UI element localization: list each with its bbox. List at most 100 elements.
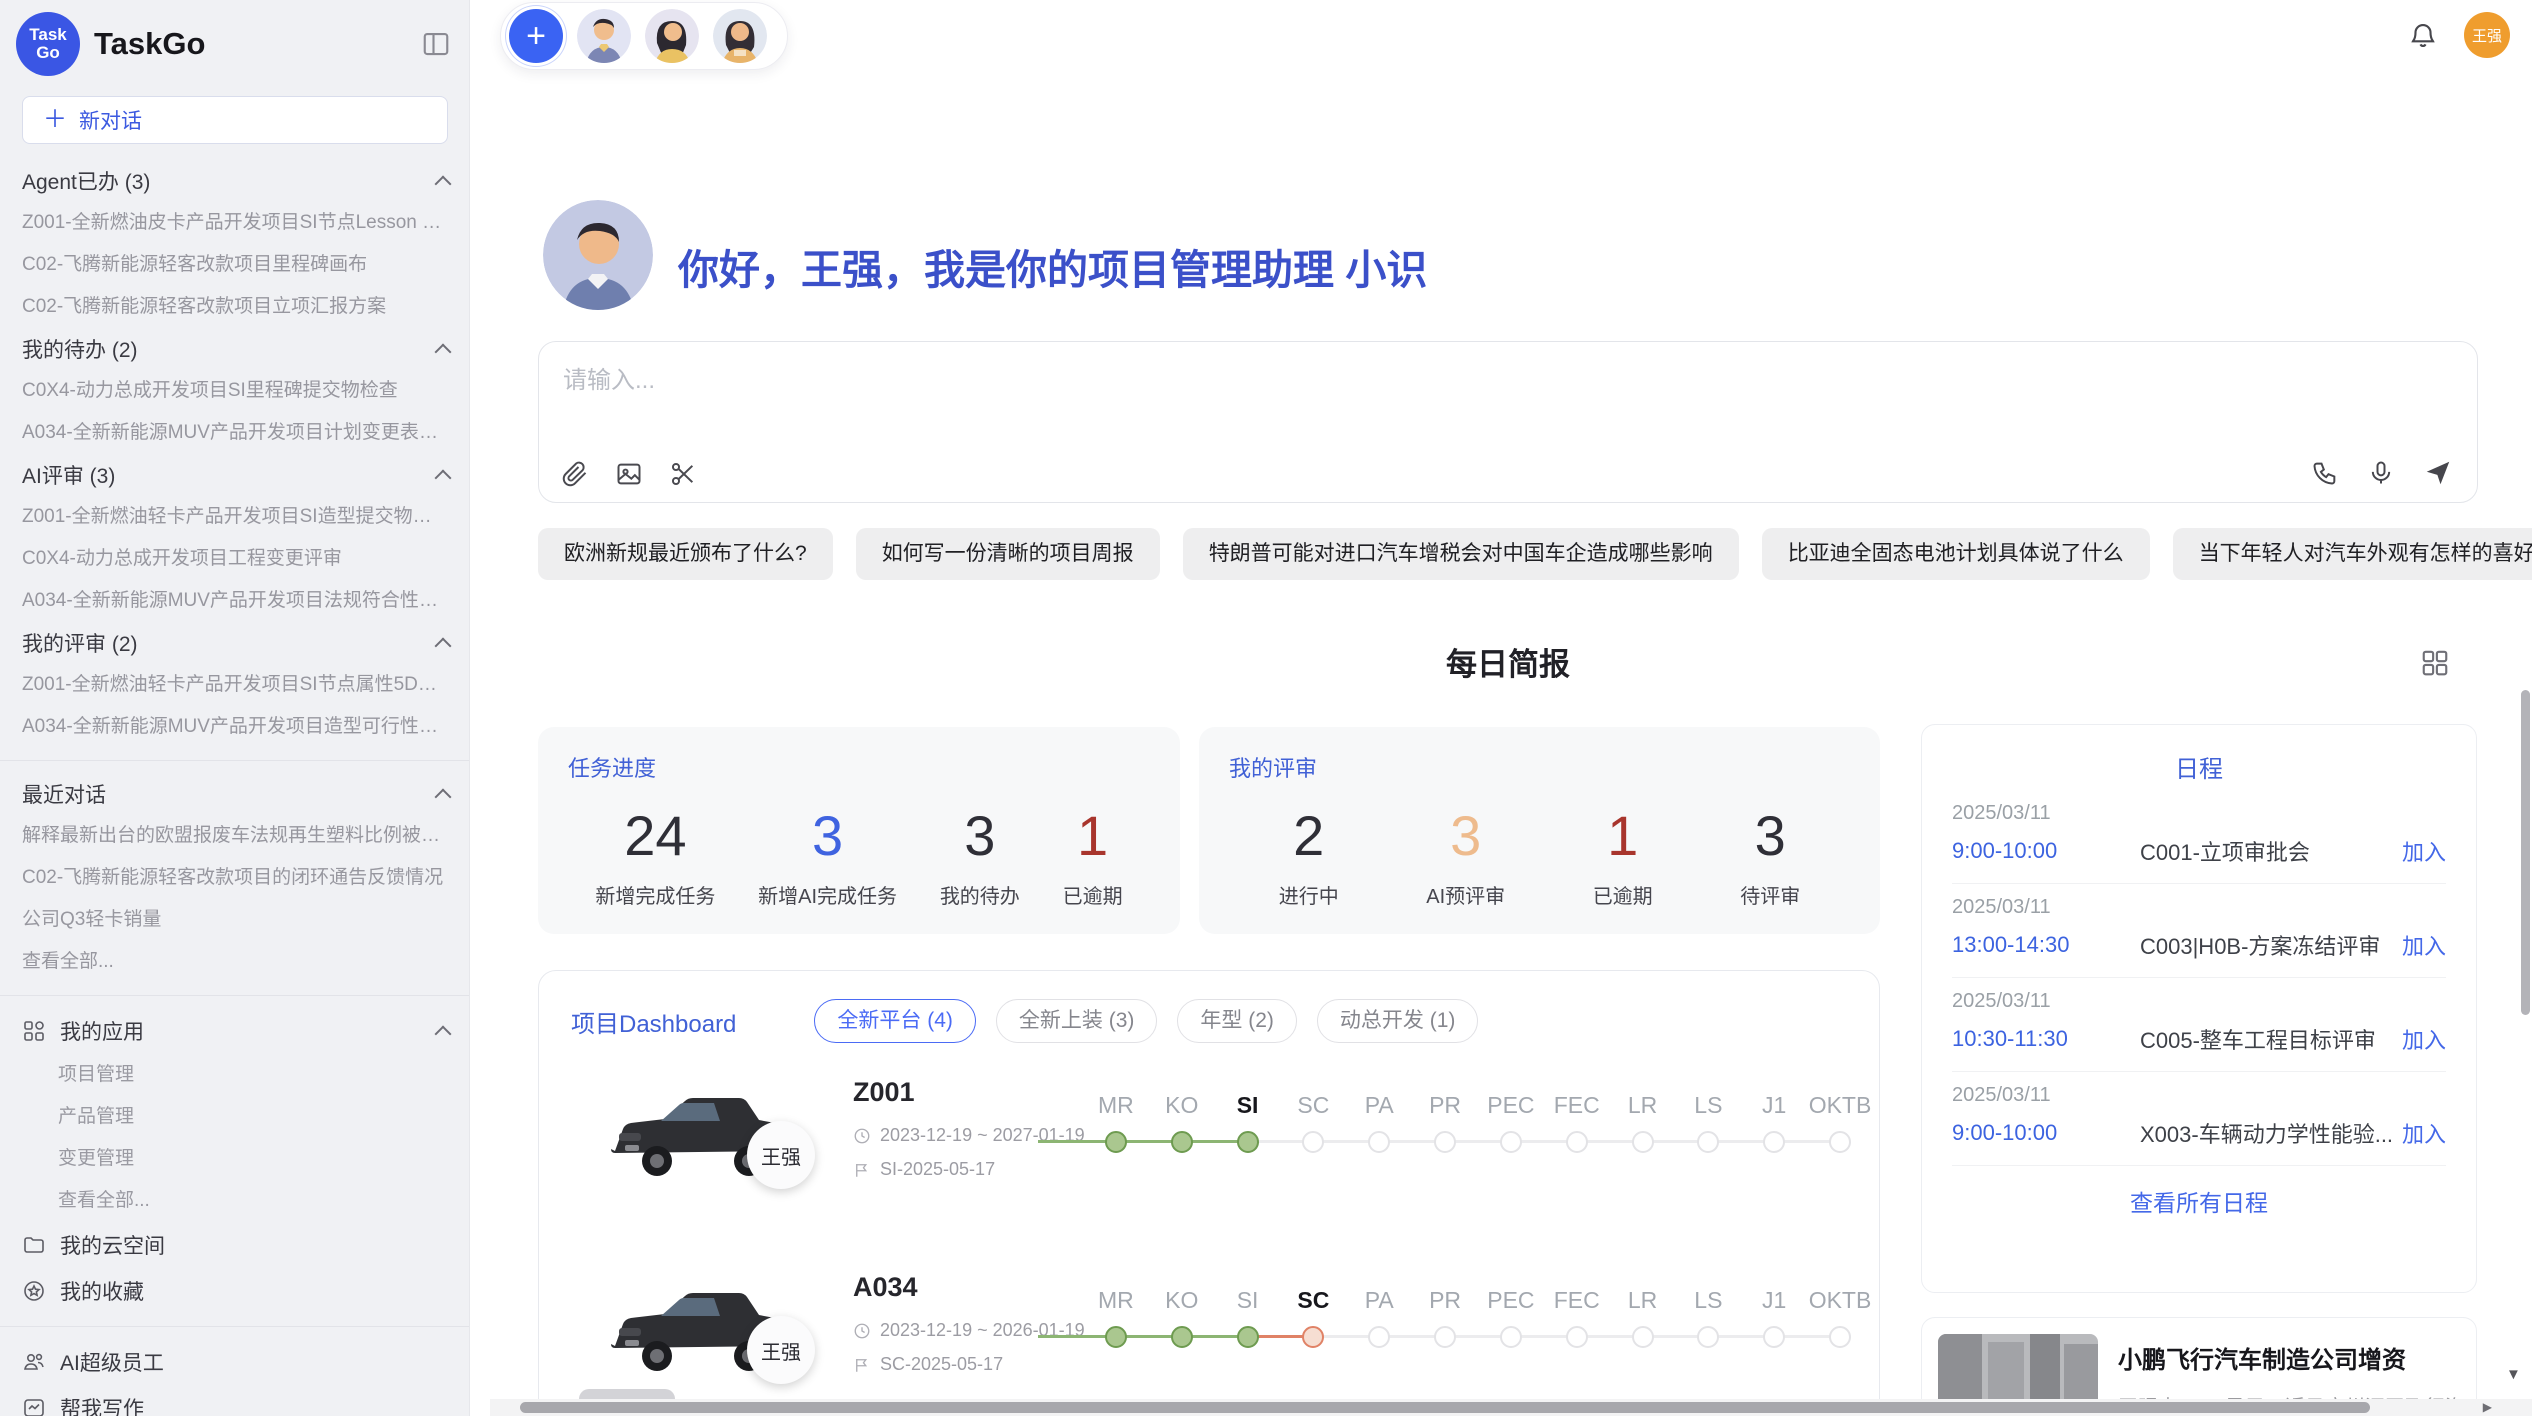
project-row[interactable]: 王强Z0012023-12-19 ~ 2027-01-19SI-2025-05-…	[571, 1063, 1879, 1213]
dashboard-tab[interactable]: 全新平台 (4)	[814, 999, 976, 1043]
app-sub-item[interactable]: 产品管理	[0, 1096, 469, 1138]
horizontal-scrollbar-thumb[interactable]	[520, 1402, 2370, 1413]
milestone-dot[interactable]	[1368, 1326, 1390, 1348]
milestone-dot[interactable]	[1829, 1131, 1851, 1153]
milestone-dot[interactable]	[1632, 1131, 1654, 1153]
suggestion-chip[interactable]: 比亚迪全固态电池计划具体说了什么	[1762, 528, 2150, 580]
suggestion-chip[interactable]: 如何写一份清晰的项目周报	[856, 528, 1160, 580]
sidebar-item[interactable]: C02-飞腾新能源轻客改款项目里程碑画布	[0, 244, 469, 286]
sidebar-item[interactable]: Z001-全新燃油轻卡产品开发项目SI节点属性5D文件评审	[0, 664, 469, 706]
chevron-up-icon[interactable]	[435, 637, 452, 654]
add-conversation-button[interactable]: +	[509, 9, 563, 63]
schedule-entry: 2025/03/1113:00-14:30C003|H0B-方案冻结评审加入	[1952, 884, 2446, 978]
scroll-down-arrow-icon[interactable]: ▼	[2506, 1366, 2521, 1383]
sidebar-item[interactable]: C0X4-动力总成开发项目SI里程碑提交物检查	[0, 370, 469, 412]
join-link[interactable]: 加入	[2402, 929, 2446, 961]
sidebar-item[interactable]: C0X4-动力总成开发项目工程变更评审	[0, 538, 469, 580]
new-chat-button[interactable]: ＋ 新对话	[22, 96, 448, 144]
sidebar-item[interactable]: Z001-全新燃油轻卡产品开发项目SI造型提交物评审	[0, 496, 469, 538]
milestone-dot[interactable]	[1566, 1326, 1588, 1348]
suggestion-chip[interactable]: 当下年轻人对汽车外观有怎样的喜好趋势	[2173, 528, 2532, 580]
sidebar-item[interactable]: C02-飞腾新能源轻客改款项目立项汇报方案	[0, 286, 469, 328]
chevron-up-icon[interactable]	[435, 343, 452, 360]
attach-icon[interactable]	[561, 460, 589, 488]
recent-chat-item[interactable]: C02-飞腾新能源轻客改款项目的闭环通告反馈情况	[0, 857, 469, 899]
chevron-up-icon[interactable]	[435, 1025, 452, 1042]
chevron-up-icon[interactable]	[435, 788, 452, 805]
sidebar-collapse-icon[interactable]	[421, 29, 451, 59]
milestone-dot[interactable]	[1500, 1326, 1522, 1348]
user-avatar[interactable]: 王强	[2464, 12, 2510, 58]
join-link[interactable]: 加入	[2402, 1117, 2446, 1149]
app-sub-item[interactable]: 项目管理	[0, 1054, 469, 1096]
milestone-dot[interactable]	[1105, 1131, 1127, 1153]
sidebar-item-ai-super-staff[interactable]: AI超级员工	[0, 1339, 469, 1385]
milestone-dot[interactable]	[1566, 1131, 1588, 1153]
milestone-dot[interactable]	[1829, 1326, 1851, 1348]
milestone-dot[interactable]	[1434, 1131, 1456, 1153]
view-all-chats-link[interactable]: 查看全部...	[0, 941, 469, 983]
sidebar-item[interactable]: A034-全新新能源MUV产品开发项目法规符合性评审	[0, 580, 469, 622]
milestone-dot[interactable]	[1697, 1131, 1719, 1153]
view-all-schedule-link[interactable]: 查看所有日程	[1952, 1166, 2446, 1236]
join-link[interactable]: 加入	[2402, 835, 2446, 867]
horizontal-scrollbar[interactable]: ▶	[490, 1399, 2532, 1416]
milestone-dot[interactable]	[1302, 1326, 1324, 1348]
app-sub-item[interactable]: 变更管理	[0, 1138, 469, 1180]
image-icon[interactable]	[615, 460, 643, 488]
mic-icon[interactable]	[2367, 459, 2395, 487]
app-sub-item[interactable]: 查看全部...	[0, 1180, 469, 1222]
chat-input[interactable]	[563, 360, 2443, 444]
milestone-dot[interactable]	[1171, 1131, 1193, 1153]
suggestion-chip[interactable]: 特朗普可能对进口汽车增税会对中国车企造成哪些影响	[1183, 528, 1739, 580]
news-title: 小鹏飞行汽车制造公司增资	[2118, 1340, 2477, 1375]
sidebar-section-header[interactable]: 最近对话	[0, 773, 469, 815]
sidebar-section-header[interactable]: 我的评审 (2)	[0, 622, 469, 664]
milestone-dot[interactable]	[1763, 1131, 1785, 1153]
phone-icon[interactable]	[2311, 459, 2339, 487]
sidebar-item-favorites[interactable]: 我的收藏	[0, 1268, 469, 1314]
sidebar-section-header[interactable]: 我的待办 (2)	[0, 328, 469, 370]
chevron-up-icon[interactable]	[435, 175, 452, 192]
member-avatar-2[interactable]	[645, 9, 699, 63]
sidebar-item[interactable]: A034-全新新能源MUV产品开发项目造型可行性评审	[0, 706, 469, 748]
sidebar-item-my-apps[interactable]: 我的应用	[0, 1008, 469, 1054]
milestone-label: MR	[1083, 1091, 1149, 1119]
logo-text-top: Task	[29, 26, 67, 44]
vertical-scrollbar-thumb[interactable]	[2521, 690, 2530, 1015]
project-row[interactable]: 王强A0342023-12-19 ~ 2026-01-19SC-2025-05-…	[571, 1258, 1879, 1408]
milestone-dot[interactable]	[1434, 1326, 1456, 1348]
sidebar-section-header[interactable]: AI评审 (3)	[0, 454, 469, 496]
milestone-dot[interactable]	[1105, 1326, 1127, 1348]
chevron-up-icon[interactable]	[435, 469, 452, 486]
dashboard-tab[interactable]: 全新上装 (3)	[996, 999, 1158, 1043]
member-avatar-3[interactable]	[713, 9, 767, 63]
milestone-dot[interactable]	[1763, 1326, 1785, 1348]
send-icon[interactable]	[2423, 458, 2453, 488]
milestone-dot[interactable]	[1500, 1131, 1522, 1153]
sidebar-item-cloud-space[interactable]: 我的云空间	[0, 1222, 469, 1268]
bell-icon[interactable]	[2408, 20, 2438, 50]
suggestion-chip[interactable]: 欧洲新规最近颁布了什么?	[538, 528, 833, 580]
milestone-dot[interactable]	[1632, 1326, 1654, 1348]
member-avatar-1[interactable]	[577, 9, 631, 63]
dashboard-tab[interactable]: 动总开发 (1)	[1317, 999, 1479, 1043]
sidebar-item[interactable]: Z001-全新燃油皮卡产品开发项目SI节点Lesson Learn报告	[0, 202, 469, 244]
dashboard-tab[interactable]: 年型 (2)	[1177, 999, 1297, 1043]
milestone-dot[interactable]	[1237, 1326, 1259, 1348]
milestone-dot[interactable]	[1171, 1326, 1193, 1348]
milestone-label: J1	[1741, 1286, 1807, 1314]
recent-chat-item[interactable]: 解释最新出台的欧盟报废车法规再生塑料比例被调至15%...	[0, 815, 469, 857]
join-link[interactable]: 加入	[2402, 1023, 2446, 1055]
sidebar-item-help-me-write[interactable]: 帮我写作	[0, 1385, 469, 1416]
layout-grid-icon[interactable]	[2420, 648, 2450, 678]
milestone-dot[interactable]	[1368, 1131, 1390, 1153]
sidebar-section-header[interactable]: Agent已办 (3)	[0, 160, 469, 202]
scissors-icon[interactable]	[669, 460, 697, 488]
sidebar-item[interactable]: A034-全新新能源MUV产品开发项目计划变更表编写	[0, 412, 469, 454]
milestone-dot[interactable]	[1237, 1131, 1259, 1153]
milestone-dot[interactable]	[1302, 1131, 1324, 1153]
recent-chat-item[interactable]: 公司Q3轻卡销量	[0, 899, 469, 941]
scroll-right-arrow-icon[interactable]: ▶	[2483, 1400, 2492, 1414]
milestone-dot[interactable]	[1697, 1326, 1719, 1348]
